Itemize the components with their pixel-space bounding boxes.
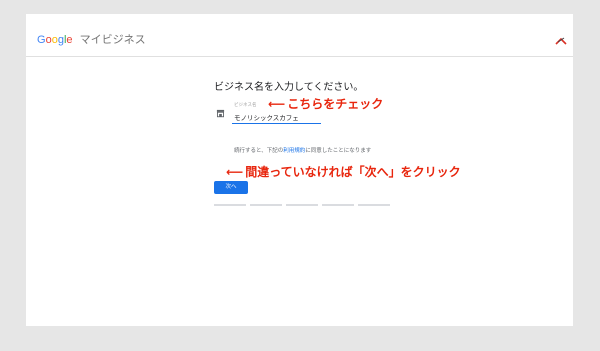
google-wordmark: Google [37, 34, 73, 46]
callout-check: ⟵ こちらをチェック [268, 96, 383, 112]
callout-check-text: こちらをチェック [287, 97, 384, 111]
terms-text-before: 続行すると、下記の [234, 148, 284, 154]
google-my-business-logo[interactable]: Google マイビジネス [37, 34, 146, 47]
progress-step [250, 204, 282, 206]
left-arrow-icon: ⟵ [268, 97, 286, 111]
terms-link[interactable]: 利用規約 [283, 148, 305, 154]
product-name: マイビジネス [79, 34, 146, 46]
storefront-icon [216, 109, 225, 118]
terms-notice: 続行すると、下記の利用規約に同意したことになります [234, 147, 384, 156]
callout-next: ⟵ 間違っていなければ「次へ」をクリック [226, 164, 461, 180]
callout-next-text: 間違っていなければ「次へ」をクリック [245, 165, 461, 179]
input-underline [232, 123, 321, 124]
business-name-input[interactable]: モノリシックスカフェ [234, 112, 299, 122]
terms-text-after: に同意したことになります [305, 148, 372, 154]
top-bar: Google マイビジネス [26, 14, 573, 57]
next-button[interactable]: 次へ [214, 181, 248, 194]
progress-step [322, 204, 354, 206]
progress-step [286, 204, 318, 206]
page-title: ビジネス名を入力してください。 [214, 82, 364, 93]
left-arrow-icon: ⟵ [226, 165, 244, 179]
corner-logo-icon [555, 37, 567, 45]
progress-step [358, 204, 390, 206]
business-name-label: ビジネス名 [234, 103, 257, 108]
progress-step [214, 204, 246, 206]
